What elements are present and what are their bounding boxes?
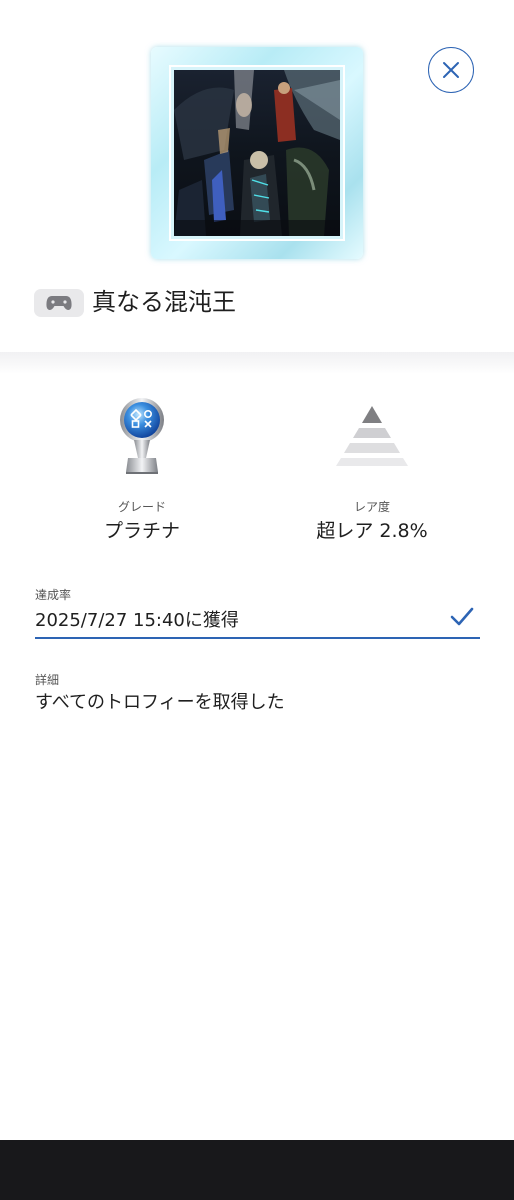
close-icon	[443, 62, 459, 78]
rarity-pyramid-icon	[336, 404, 408, 468]
trophy-title: 真なる混沌王	[92, 288, 236, 316]
details-value: すべてのトロフィーを取得した	[35, 692, 285, 713]
grade-label: グレード	[117, 500, 166, 514]
achievement-label: 達成率	[35, 588, 72, 602]
checkmark-icon	[450, 607, 474, 626]
achievement-value: 2025/7/27 15:40に獲得	[35, 610, 239, 631]
close-button[interactable]	[428, 47, 474, 93]
section-divider	[0, 352, 514, 374]
grade-value: プラチナ	[103, 520, 180, 542]
platform-badge	[34, 289, 84, 317]
rarity-label: レア度	[353, 500, 390, 514]
achievement-underline	[35, 637, 480, 639]
bottom-navigation-bar	[0, 1140, 514, 1200]
details-label: 詳細	[35, 673, 60, 687]
trophy-artwork-border	[169, 65, 345, 241]
rarity-value: 超レア 2.8%	[316, 520, 428, 542]
trophy-artwork-image	[174, 70, 340, 236]
platinum-trophy-icon	[112, 396, 172, 476]
gamepad-icon	[46, 296, 72, 311]
trophy-artwork	[151, 47, 363, 259]
